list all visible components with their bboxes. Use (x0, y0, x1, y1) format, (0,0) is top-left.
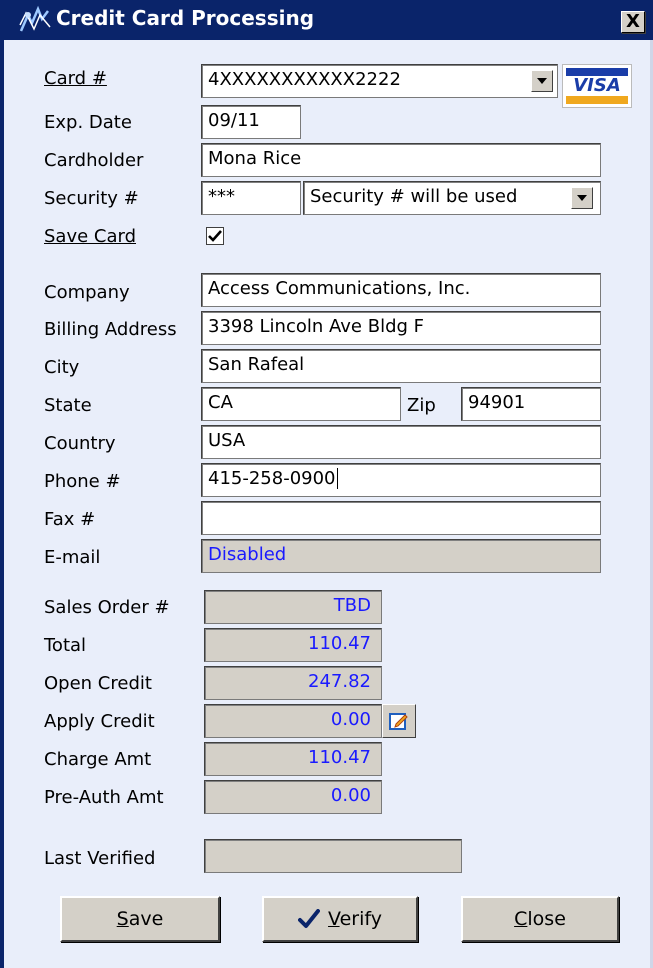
edit-apply-credit-button[interactable] (382, 704, 416, 738)
state-label: State (44, 395, 92, 416)
preauth-amount-value: 0.00 (204, 780, 382, 814)
card-brand: VISA (573, 75, 621, 96)
card-number-value: 4XXXXXXXXXXX2222 (208, 69, 401, 90)
cardholder-input[interactable]: Mona Rice (201, 143, 601, 177)
security-usage-dropdown-button[interactable] (571, 187, 593, 209)
total-label: Total (44, 635, 87, 656)
edit-icon (389, 713, 408, 730)
security-code-input[interactable]: *** (201, 181, 301, 215)
last-verified-label: Last Verified (44, 848, 156, 869)
phone-input[interactable]: 415-258-0900 (201, 463, 601, 497)
window-title: Credit Card Processing (56, 6, 315, 30)
company-input[interactable]: Access Communications, Inc. (201, 273, 601, 307)
state-input[interactable]: CA (201, 387, 401, 421)
open-credit-label: Open Credit (44, 673, 152, 694)
email-input: Disabled (201, 539, 601, 573)
security-label: Security # (44, 188, 139, 209)
apply-credit-label: Apply Credit (44, 711, 155, 732)
verify-button-mnemonic: V (328, 908, 340, 930)
zip-input[interactable]: 94901 (461, 387, 601, 421)
charge-amount-label: Charge Amt (44, 749, 152, 770)
save-button-label: ave (128, 908, 164, 930)
visa-logo: VISA (562, 64, 632, 108)
phone-label: Phone # (44, 471, 121, 492)
save-button[interactable]: Save (60, 896, 220, 942)
last-verified-value (204, 839, 462, 873)
card-number-select[interactable]: 4XXXXXXXXXXX2222 (201, 64, 558, 98)
exp-date-label: Exp. Date (44, 112, 132, 133)
card-number-dropdown-button[interactable] (531, 70, 553, 92)
verify-button[interactable]: Verify (262, 896, 418, 942)
exp-date-input[interactable]: 09/11 (201, 105, 301, 139)
open-credit-value: 247.82 (204, 666, 382, 700)
country-input[interactable]: USA (201, 425, 601, 459)
zip-label: Zip (407, 395, 436, 416)
total-value: 110.47 (204, 628, 382, 662)
card-number-label: Card # (44, 68, 107, 89)
close-button-label: lose (527, 908, 566, 930)
apply-credit-value: 0.00 (204, 704, 382, 738)
close-window-button[interactable]: X (621, 11, 645, 33)
security-usage-value: Security # will be used (310, 186, 518, 207)
charge-amount-value: 110.47 (204, 742, 382, 776)
save-card-label: Save Card (44, 226, 137, 247)
phone-value: 415-258-0900 (208, 468, 336, 489)
email-label: E-mail (44, 547, 101, 568)
save-button-mnemonic: S (116, 908, 129, 930)
chevron-down-icon (537, 78, 547, 84)
fax-input[interactable] (201, 501, 601, 535)
sales-order-label: Sales Order # (44, 597, 170, 618)
close-button[interactable]: Close (461, 896, 619, 942)
app-icon (18, 5, 52, 35)
billing-address-label: Billing Address (44, 319, 177, 340)
sales-order-value: TBD (204, 590, 382, 624)
company-label: Company (44, 282, 130, 303)
preauth-amount-label: Pre-Auth Amt (44, 787, 164, 808)
country-label: Country (44, 433, 116, 454)
cardholder-label: Cardholder (44, 150, 144, 171)
city-input[interactable]: San Rafeal (201, 349, 601, 383)
checkmark-icon (208, 230, 222, 242)
city-label: City (44, 357, 80, 378)
fax-label: Fax # (44, 509, 96, 530)
close-icon: X (626, 11, 640, 32)
close-button-mnemonic: C (514, 908, 528, 930)
credit-card-dialog: Credit Card Processing X Card # 4XXXXXXX… (0, 0, 653, 968)
checkmark-icon (298, 909, 321, 928)
title-bar: Credit Card Processing X (4, 0, 653, 40)
save-card-checkbox[interactable] (206, 227, 224, 245)
billing-address-input[interactable]: 3398 Lincoln Ave Bldg F (201, 311, 601, 345)
security-usage-select[interactable]: Security # will be used (303, 181, 601, 215)
verify-button-label: erify (339, 908, 382, 930)
chevron-down-icon (577, 195, 587, 201)
